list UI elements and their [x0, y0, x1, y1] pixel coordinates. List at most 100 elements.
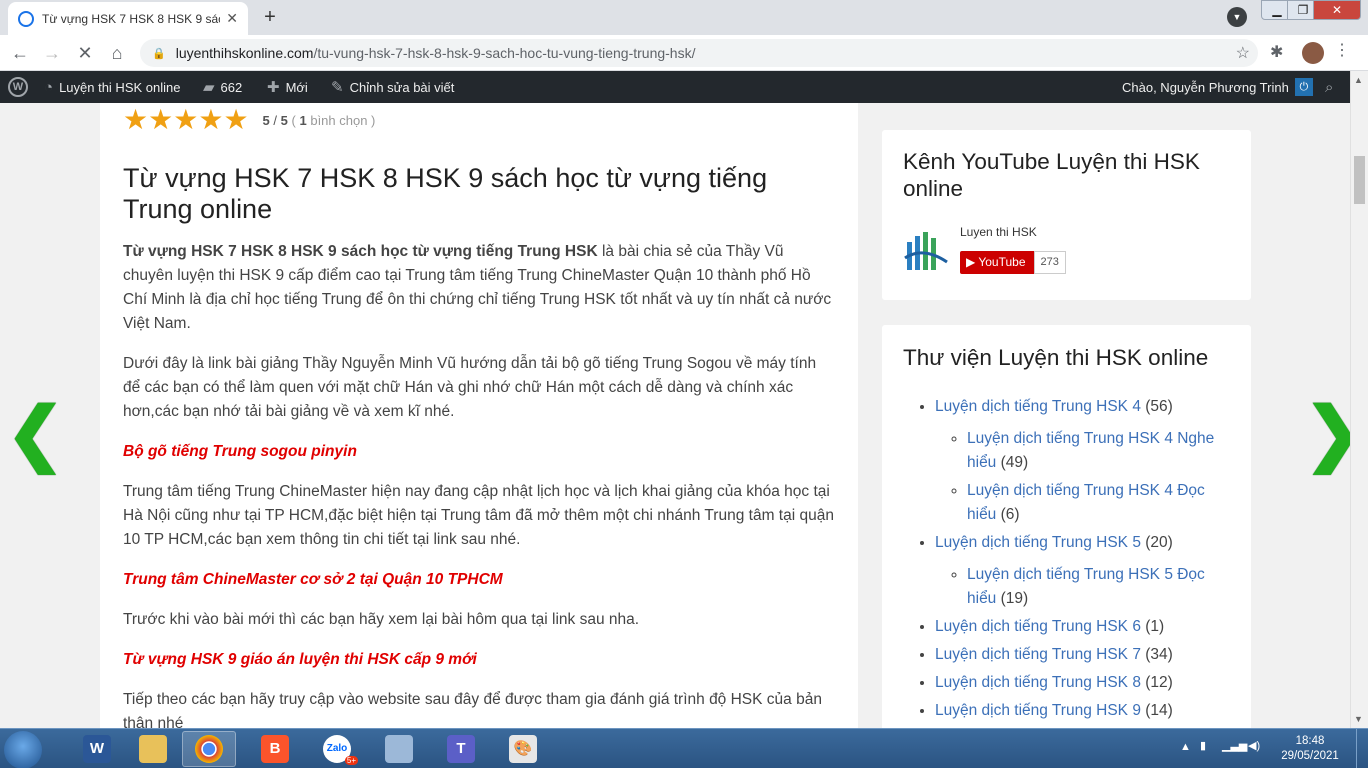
category-link[interactable]: Luyện dịch tiếng Trung HSK 6: [935, 618, 1141, 635]
list-item: Luyện dịch tiếng Trung HSK 7 (34): [935, 643, 1235, 667]
brave-icon[interactable]: B: [248, 731, 302, 767]
clock-date: 29/05/2021: [1281, 750, 1339, 762]
close-window-button[interactable]: ✕: [1313, 0, 1361, 20]
page-scrollbar[interactable]: ▲ ▼: [1350, 71, 1368, 728]
star-icon[interactable]: ★: [148, 104, 173, 135]
rating-max: 5: [280, 112, 288, 128]
admin-site-link[interactable]: ◔ Luyện thi HSK online: [44, 71, 180, 103]
category-link[interactable]: Luyện dịch tiếng Trung HSK 7: [935, 646, 1141, 663]
address-bar[interactable]: 🔒 luyenthihskonline.com/tu-vung-hsk-7-hs…: [140, 39, 1258, 67]
category-link[interactable]: Luyện dịch tiếng Trung HSK 5: [935, 534, 1141, 551]
star-icon[interactable]: ★: [123, 104, 148, 135]
previous-lesson-link[interactable]: Từ vựng HSK 9 giáo án luyện thi HSK cấp …: [123, 651, 477, 668]
taskbar: W B Zalo 5+ T 🎨 ▲ ▮ ▁▃▅ ◀) 18:48 29/05/2…: [0, 728, 1368, 768]
category-count: (6): [996, 506, 1020, 523]
back-arrow-icon[interactable]: ←: [8, 41, 32, 65]
rating-separator: /: [273, 112, 278, 128]
signal-icon[interactable]: ▁▃▅: [1222, 739, 1247, 752]
chinemaster-link[interactable]: Trung tâm ChineMaster cơ sở 2 tại Quận 1…: [123, 571, 503, 588]
page-content: ★★★★★ 5 / 5 ( 1 bình chọn ) Từ vựng HSK …: [0, 103, 1350, 728]
rating-text: 5 / 5 ( 1 bình chọn ): [263, 113, 376, 128]
admin-new-link[interactable]: ✚ Mới: [267, 71, 308, 103]
paragraph: Tiếp theo các bạn hãy truy cập vào websi…: [123, 691, 822, 728]
remote-desktop-icon[interactable]: [372, 731, 426, 767]
rating-score: 5: [262, 112, 270, 128]
show-hidden-icons-icon[interactable]: ▲: [1180, 741, 1191, 753]
scroll-down-icon[interactable]: ▼: [1354, 714, 1363, 724]
chrome-icon[interactable]: [182, 731, 236, 767]
profile-avatar[interactable]: [1302, 42, 1324, 64]
rating-votes-label: bình chọn ): [310, 112, 376, 128]
list-item: Luyện dịch tiếng Trung HSK 5 Đọc hiểu (1…: [967, 563, 1235, 611]
lock-icon: 🔒: [152, 47, 166, 60]
rating-stars[interactable]: ★★★★★: [123, 106, 249, 134]
tab-search-icon[interactable]: ▼: [1227, 7, 1247, 27]
list-item: Luyện dịch tiếng Trung HSK 8 (12): [935, 671, 1235, 695]
admin-edit-link[interactable]: ✎ Chỉnh sửa bài viết: [331, 71, 454, 103]
paragraph: Trung tâm tiếng Trung ChineMaster hiện n…: [123, 483, 834, 548]
star-icon[interactable]: ★: [198, 104, 223, 135]
category-link[interactable]: Luyện dịch tiếng Trung HSK 4: [935, 398, 1141, 415]
library-widget-title: Thư viện Luyện thi HSK online: [903, 345, 1209, 370]
rating-open-paren: (: [291, 112, 296, 128]
category-list: Luyện dịch tiếng Trung HSK 4 (56) Luyện …: [935, 395, 1235, 727]
extensions-icon[interactable]: ✱: [1270, 42, 1283, 62]
category-count: (14): [1140, 702, 1173, 719]
channel-logo-icon[interactable]: [903, 228, 949, 274]
article-body: Từ vựng HSK 7 HSK 8 HSK 9 sách học từ vự…: [123, 240, 837, 728]
admin-comments-link[interactable]: ▰ 662: [203, 71, 242, 103]
article-card: ★★★★★ 5 / 5 ( 1 bình chọn ) Từ vựng HSK …: [100, 103, 858, 728]
zalo-badge: 5+: [344, 756, 358, 765]
admin-greeting: Chào, Nguyễn Phương Trinh: [1122, 79, 1289, 95]
forward-arrow-icon[interactable]: →: [40, 41, 64, 65]
sogou-link[interactable]: Bộ gõ tiếng Trung sogou pinyin: [123, 443, 357, 460]
category-count: (34): [1140, 646, 1173, 663]
youtube-widget: Kênh YouTube Luyện thi HSK online Luyen …: [882, 130, 1251, 300]
next-post-arrow-icon[interactable]: ❯: [1304, 398, 1350, 468]
wordpress-logo-icon[interactable]: W: [8, 71, 28, 103]
system-clock[interactable]: 18:48 29/05/2021: [1270, 734, 1350, 764]
show-desktop-button[interactable]: [1356, 729, 1368, 768]
home-icon[interactable]: ⌂: [105, 41, 129, 65]
list-item: Luyện dịch tiếng Trung HSK 9 (14): [935, 699, 1235, 723]
star-icon[interactable]: ★: [173, 104, 198, 135]
category-link[interactable]: Luyện dịch tiếng Trung HSK 8: [935, 674, 1141, 691]
new-tab-button[interactable]: +: [257, 5, 283, 31]
close-tab-icon[interactable]: ✕: [226, 10, 238, 27]
explorer-icon[interactable]: [126, 731, 180, 767]
volume-icon[interactable]: ◀): [1248, 739, 1260, 752]
paint-icon[interactable]: 🎨: [496, 731, 550, 767]
youtube-subscribe-button[interactable]: ▶ YouTube 273: [960, 251, 1066, 274]
list-item: Luyện dịch tiếng Trung HSK 4 Đọc hiểu (6…: [967, 479, 1235, 527]
admin-edit-label: Chỉnh sửa bài viết: [349, 79, 455, 95]
library-widget: Thư viện Luyện thi HSK online Luyện dịch…: [882, 325, 1251, 728]
scroll-up-icon[interactable]: ▲: [1354, 75, 1363, 85]
previous-post-arrow-icon[interactable]: ❮: [6, 398, 65, 468]
zalo-icon[interactable]: Zalo 5+: [310, 731, 364, 767]
youtube-channel-name: Luyen thi HSK: [960, 225, 1037, 239]
stop-loading-icon[interactable]: ✕: [73, 41, 97, 65]
scroll-thumb[interactable]: [1354, 156, 1365, 204]
admin-search-icon[interactable]: ⌕: [1325, 71, 1339, 103]
admin-account-link[interactable]: Chào, Nguyễn Phương Trinh ⏻: [1122, 71, 1313, 103]
rating-votes: 1: [299, 112, 307, 128]
browser-menu-icon[interactable]: ⋮: [1334, 40, 1350, 60]
bookmark-star-icon[interactable]: ☆: [1236, 43, 1250, 63]
youtube-play-icon: ▶: [966, 255, 979, 269]
category-count: (12): [1140, 674, 1173, 691]
teams-icon[interactable]: T: [434, 731, 488, 767]
paragraph: Dưới đây là link bài giảng Thầy Nguyễn M…: [123, 355, 817, 420]
youtube-button-label: YouTube: [978, 255, 1026, 269]
comments-count: 662: [220, 79, 243, 95]
category-link[interactable]: Luyện dịch tiếng Trung HSK 9: [935, 702, 1141, 719]
network-icon[interactable]: ▮: [1200, 739, 1206, 752]
start-button[interactable]: [4, 731, 42, 768]
word-icon[interactable]: W: [70, 731, 124, 767]
site-favicon-icon: [18, 10, 34, 27]
browser-tab[interactable]: Từ vựng HSK 7 HSK 8 HSK 9 sách ✕: [8, 2, 248, 35]
dashboard-icon: ◔: [44, 78, 54, 96]
category-count: (56): [1140, 398, 1173, 415]
browser-toolbar: ← → ✕ ⌂ 🔒 luyenthihskonline.com/tu-vung-…: [0, 35, 1368, 71]
star-icon[interactable]: ★: [223, 104, 248, 135]
user-avatar-icon: ⏻: [1294, 78, 1313, 96]
